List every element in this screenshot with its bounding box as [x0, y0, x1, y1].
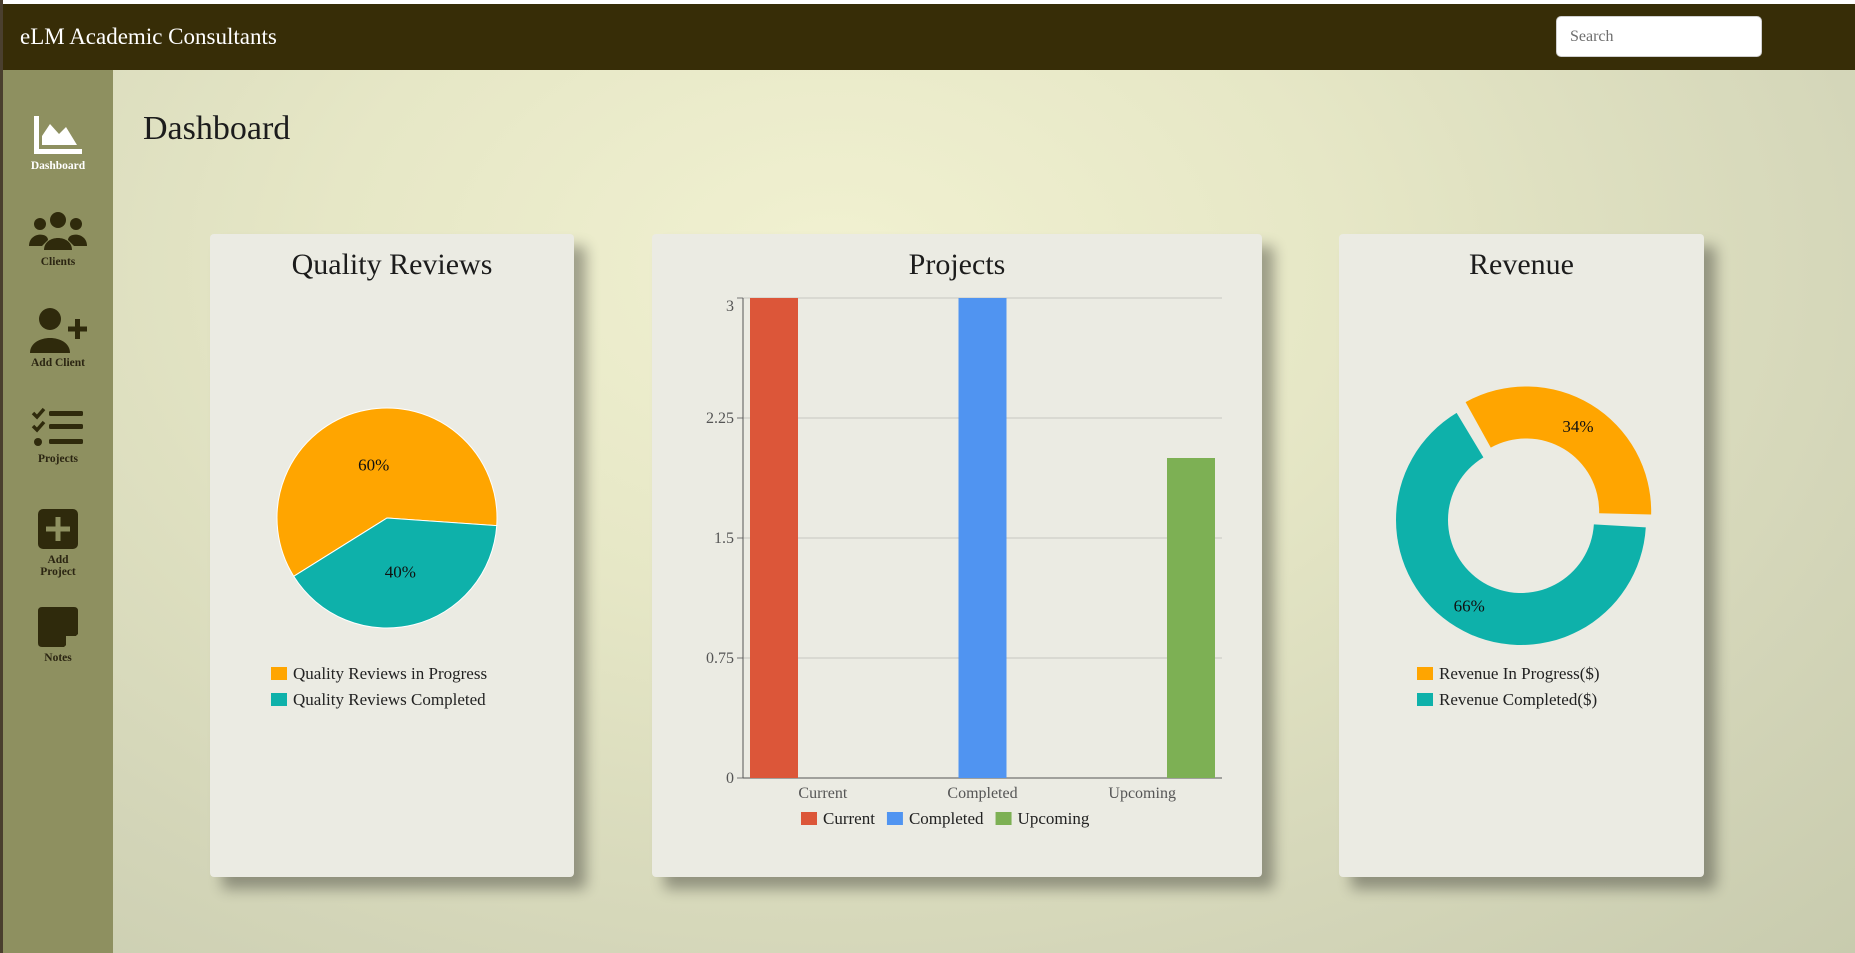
y-tick-label: 2.25	[706, 410, 734, 427]
slice-label: 66%	[1454, 597, 1485, 616]
sidebar-item-add-client[interactable]: Add Client	[3, 307, 113, 369]
legend-item-revenue-completed[interactable]: Revenue Completed($)	[1417, 690, 1597, 710]
slice-label: 60%	[358, 456, 389, 475]
bar[interactable]	[958, 298, 1007, 778]
legend-item-completed[interactable]: Quality Reviews Completed	[271, 690, 486, 710]
x-tick-label: Current	[798, 785, 847, 802]
brand-title[interactable]: eLM Academic Consultants	[20, 24, 277, 50]
legend-label[interactable]: Completed	[909, 809, 984, 828]
slice-label: 34%	[1562, 417, 1593, 436]
page-title: Dashboard	[143, 110, 291, 147]
bar[interactable]	[1167, 458, 1215, 778]
sidebar-item-label: Clients	[40, 256, 76, 268]
top-navbar: eLM Academic Consultants	[3, 4, 1855, 70]
y-tick-label: 3	[726, 298, 734, 315]
users-icon	[29, 212, 87, 250]
legend-label[interactable]: Current	[823, 809, 875, 828]
plus-square-icon	[38, 509, 78, 549]
y-tick-label: 0	[726, 770, 734, 787]
revenue-donut-chart: 34% 66%	[1396, 386, 1652, 645]
chart-area-icon	[34, 116, 82, 154]
user-plus-icon	[30, 308, 87, 353]
sidebar-item-label: Dashboard	[30, 160, 86, 172]
sidebar-item-label: Projects	[37, 453, 78, 465]
y-tick-label: 0.75	[706, 650, 734, 667]
sticky-note-icon	[38, 607, 78, 647]
sidebar-item-dashboard[interactable]: Dashboard	[3, 114, 113, 172]
sidebar-item-add-project[interactable]: Add Project	[3, 508, 113, 578]
legend-item-revenue-in-progress[interactable]: Revenue In Progress($)	[1417, 664, 1600, 684]
legend-swatch	[271, 693, 287, 706]
sidebar-item-projects[interactable]: Projects	[3, 407, 113, 465]
x-tick-label: Upcoming	[1108, 785, 1176, 802]
sidebar-item-label: Add Project	[40, 554, 76, 578]
legend-swatch	[271, 667, 287, 680]
task-list-icon	[31, 407, 83, 446]
bar[interactable]	[750, 298, 798, 778]
legend-label: Quality Reviews Completed	[293, 690, 486, 709]
search-input[interactable]	[1556, 16, 1762, 57]
legend-swatch	[1417, 693, 1433, 706]
legend-item-in-progress[interactable]: Quality Reviews in Progress	[271, 664, 487, 684]
legend-label: Quality Reviews in Progress	[293, 664, 488, 683]
legend-label: Revenue Completed($)	[1439, 690, 1598, 709]
legend-swatch	[1417, 667, 1433, 680]
sidebar-item-notes[interactable]: Notes	[3, 606, 113, 664]
legend-swatch	[886, 812, 903, 825]
slice-label: 40%	[385, 562, 416, 581]
y-tick-label: 1.5	[714, 530, 734, 547]
projects-card: Projects 0 0.75 1.5 2.25 3 Current Completed Up…	[652, 234, 1262, 877]
projects-bar-chart: 00.751.52.253Current Completed UpcomingCur…	[706, 297, 1222, 828]
sidebar-item-label: Add Client	[31, 357, 85, 369]
legend-label: Revenue In Progress($)	[1439, 664, 1600, 683]
legend-label[interactable]: Upcoming	[1018, 809, 1090, 828]
sidebar-item-clients[interactable]: Clients	[3, 210, 113, 268]
sidebar-item-label: Notes	[44, 652, 72, 664]
x-tick-label: Completed	[947, 785, 1017, 802]
sidebar: Dashboard Clients Add Client Projects Ad…	[3, 70, 113, 953]
pie-slice[interactable]	[1465, 386, 1652, 515]
quality-reviews-pie-chart: 60% 40%	[276, 407, 498, 629]
legend-swatch	[995, 812, 1012, 825]
quality-reviews-card: Quality Reviews 60% 40% Quality Reviews i…	[210, 234, 574, 877]
legend-swatch	[801, 812, 817, 825]
revenue-card: Revenue 34% 66% Revenue In Progress($) Re…	[1339, 234, 1704, 877]
